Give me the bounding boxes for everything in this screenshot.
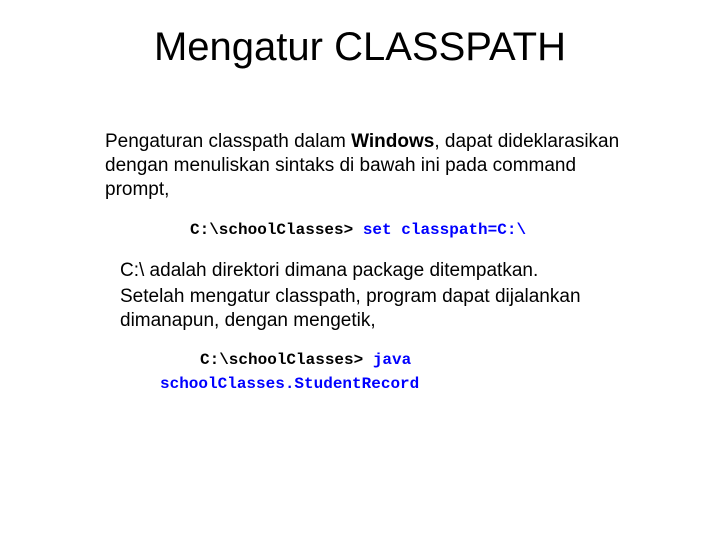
code2-prompt: C:\schoolClasses> <box>200 351 373 369</box>
paragraph-2: C:\ adalah direktori dimana package dite… <box>120 259 670 332</box>
para1-pre: Pengaturan classpath dalam <box>105 131 351 152</box>
code-line-1: C:\schoolClasses> set classpath=C:\ <box>190 221 670 239</box>
code1-command: set classpath=C:\ <box>363 221 526 239</box>
slide-title: Mengatur CLASSPATH <box>50 25 670 70</box>
code1-prompt: C:\schoolClasses> <box>190 221 363 239</box>
code3-class: schoolClasses.StudentRecord <box>160 375 419 393</box>
paragraph-1: Pengaturan classpath dalam Windows, dapa… <box>105 130 645 201</box>
para2-line1: C:\ adalah direktori dimana package dite… <box>120 259 670 283</box>
code-line-2: C:\schoolClasses> java <box>200 351 670 369</box>
code2-command: java <box>373 351 411 369</box>
para2-line2: Setelah mengatur classpath, program dapa… <box>120 285 670 333</box>
para1-bold: Windows <box>351 131 434 152</box>
code-line-3: schoolClasses.StudentRecord <box>160 375 670 393</box>
slide: Mengatur CLASSPATH Pengaturan classpath … <box>0 0 720 540</box>
